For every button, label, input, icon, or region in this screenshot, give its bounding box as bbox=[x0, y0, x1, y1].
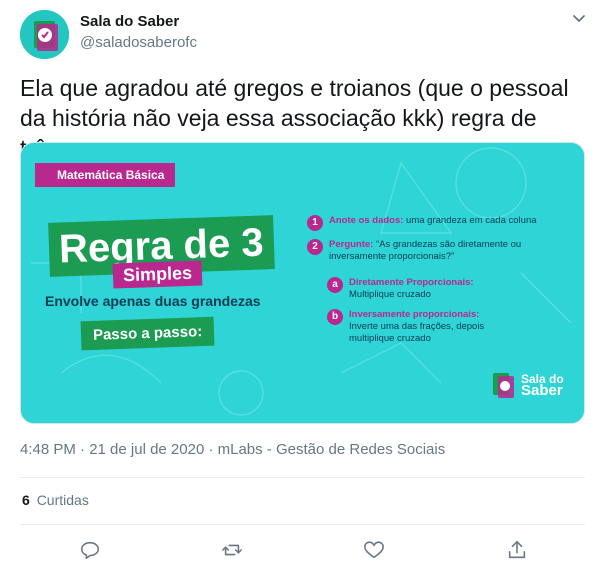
step-text: Multiplique cruzado bbox=[349, 289, 431, 300]
step-item: 1 Anote os dados: uma grandeza em cada c… bbox=[307, 215, 537, 231]
step-body: Anote os dados: uma grandeza em cada col… bbox=[329, 215, 537, 231]
divider bbox=[20, 524, 585, 525]
category-tag: Matemática Básica bbox=[35, 163, 176, 187]
step-marker: 2 bbox=[307, 239, 323, 255]
step-marker: 1 bbox=[307, 215, 323, 231]
brand-name: Sala do Saber bbox=[521, 373, 564, 399]
brand-line2: Saber bbox=[521, 382, 563, 399]
step-title: Inversamente proporcionais: bbox=[349, 309, 480, 320]
likes-count: 6 bbox=[22, 492, 30, 508]
tweet-timestamp[interactable]: 4:48 PM · 21 de jul de 2020 · mLabs - Ge… bbox=[20, 441, 445, 458]
step-body: Inversamente proporcionais: Inverte uma … bbox=[349, 309, 529, 345]
step-title: Diretamente Proporcionais: bbox=[349, 277, 474, 288]
cta-label: Passo a passo: bbox=[80, 316, 215, 351]
step-text: uma grandeza em cada coluna bbox=[403, 215, 537, 226]
user-handle[interactable]: @saladosaberofc bbox=[80, 34, 197, 51]
chevron-down-icon[interactable] bbox=[570, 12, 588, 26]
likes-summary[interactable]: 6 Curtidas bbox=[22, 492, 89, 508]
user-name[interactable]: Sala do Saber bbox=[80, 13, 179, 30]
avatar[interactable] bbox=[20, 10, 69, 59]
brand-logo-icon bbox=[493, 373, 514, 398]
step-item: b Inversamente proporcionais: Inverte um… bbox=[327, 309, 529, 345]
step-marker: a bbox=[327, 277, 343, 293]
share-icon[interactable] bbox=[506, 539, 530, 563]
subheadline: Simples bbox=[112, 260, 203, 289]
divider bbox=[20, 477, 585, 478]
tweet: Sala do Saber @saladosaberofc Ela que ag… bbox=[0, 0, 599, 572]
step-item: 2 Pergunte: “As grandezas são diretament… bbox=[307, 239, 529, 263]
step-item: a Diretamente Proporcionais: Multiplique… bbox=[327, 277, 474, 301]
reply-icon[interactable] bbox=[79, 539, 103, 563]
step-marker: b bbox=[327, 309, 343, 325]
likes-label: Curtidas bbox=[36, 492, 89, 508]
tweet-media-image[interactable]: Matemática Básica Regra de 3 Simples Env… bbox=[20, 142, 585, 424]
like-icon[interactable] bbox=[363, 539, 387, 563]
step-body: Pergunte: “As grandezas são diretamente … bbox=[329, 239, 529, 263]
step-title: Pergunte: bbox=[329, 239, 374, 250]
retweet-icon[interactable] bbox=[221, 539, 245, 563]
description: Envolve apenas duas grandezas bbox=[45, 293, 261, 309]
step-title: Anote os dados: bbox=[329, 215, 404, 226]
step-body: Diretamente Proporcionais: Multiplique c… bbox=[349, 277, 474, 301]
step-text: Inverte uma das frações, depois multipli… bbox=[349, 321, 485, 344]
brand-logo: Sala do Saber bbox=[491, 371, 564, 399]
